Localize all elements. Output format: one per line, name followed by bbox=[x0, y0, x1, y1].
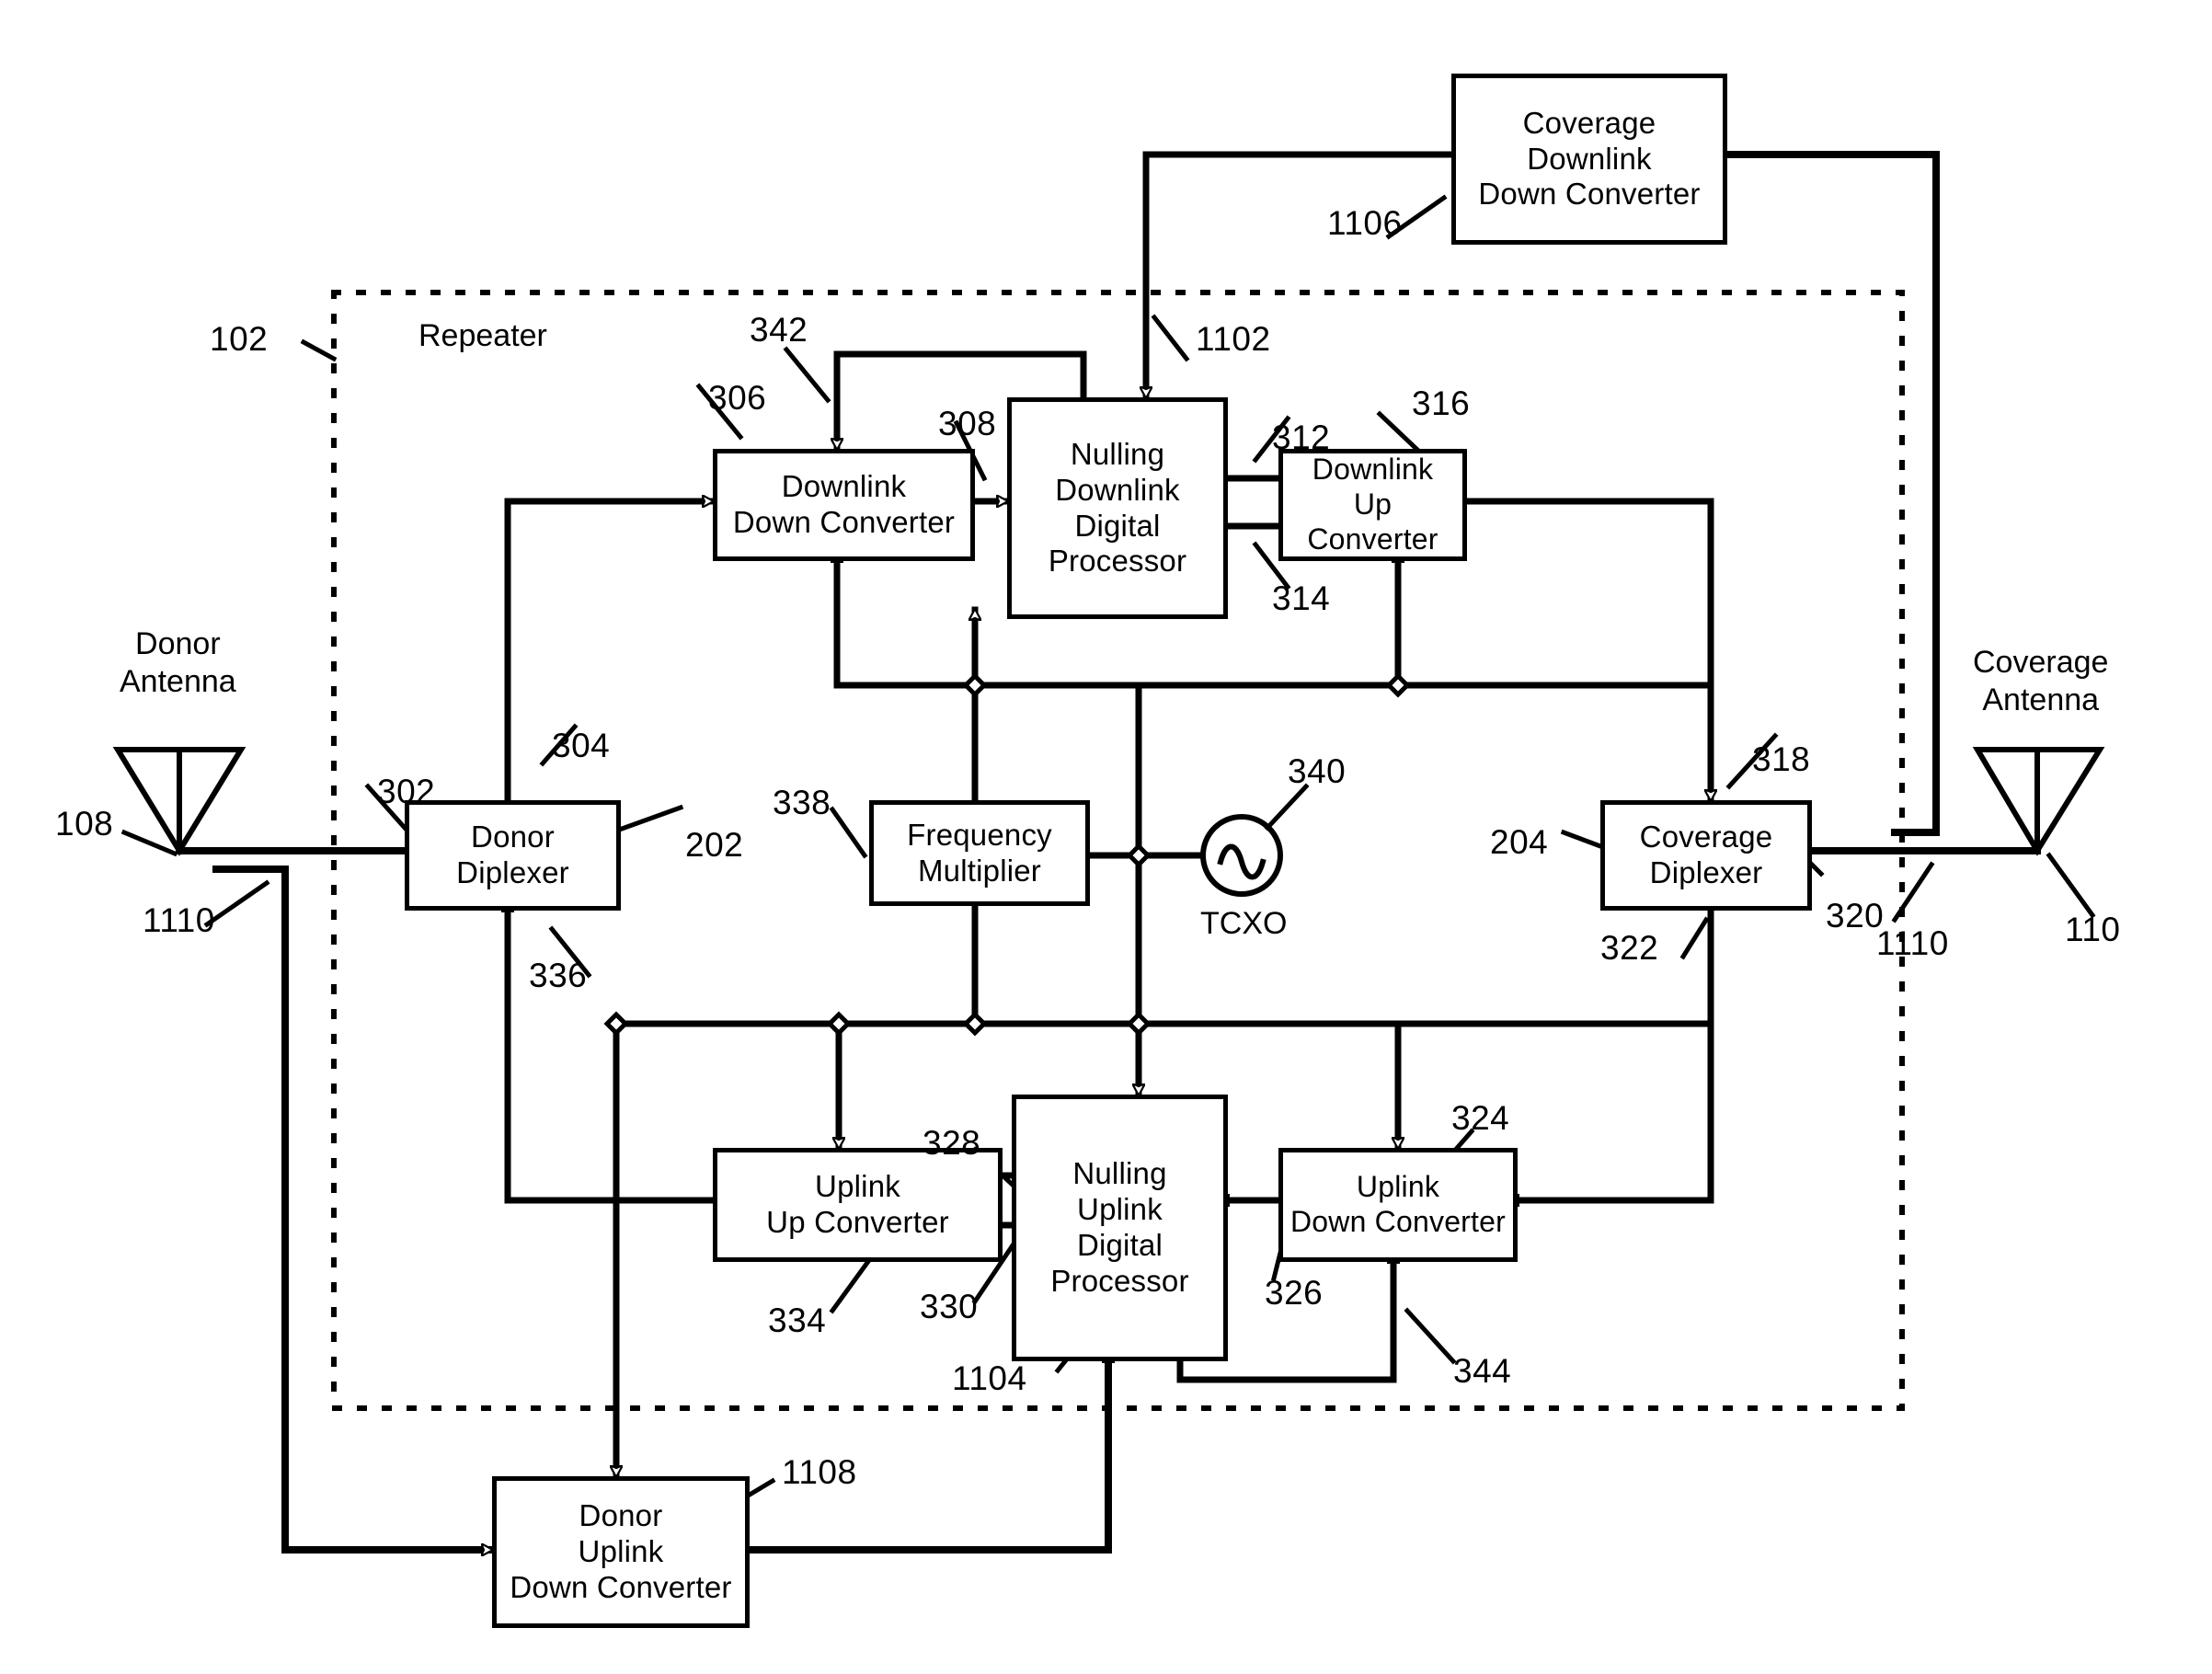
block-coverage-diplexer[interactable]: Coverage Diplexer bbox=[1600, 800, 1812, 911]
leader-204 bbox=[1560, 829, 1604, 850]
block-downlink-up-converter[interactable]: Downlink Up Converter bbox=[1278, 449, 1467, 561]
block-label: Coverage Diplexer bbox=[1639, 820, 1773, 889]
ref-334: 334 bbox=[768, 1301, 827, 1339]
leader-322 bbox=[1679, 916, 1710, 960]
block-donor-uplink-down-converter[interactable]: Donor Uplink Down Converter bbox=[492, 1476, 750, 1628]
ref-326: 326 bbox=[1265, 1274, 1324, 1312]
block-label: Nulling Downlink Digital Processor bbox=[1048, 436, 1187, 579]
leader-342 bbox=[783, 346, 831, 404]
label-repeater: Repeater bbox=[418, 318, 547, 353]
ref-318: 318 bbox=[1752, 740, 1811, 778]
label-donor-antenna: Donor Antenna bbox=[120, 626, 236, 699]
ref-314: 314 bbox=[1272, 579, 1331, 617]
ref-304: 304 bbox=[552, 727, 611, 764]
ref-324: 324 bbox=[1451, 1099, 1510, 1137]
block-label: Nulling Uplink Digital Processor bbox=[1050, 1156, 1189, 1298]
leader-338 bbox=[829, 806, 868, 859]
block-label: Donor Uplink Down Converter bbox=[510, 1498, 732, 1604]
ref-1110-donor: 1110 bbox=[143, 901, 215, 939]
leader-202 bbox=[608, 804, 684, 836]
ref-102: 102 bbox=[210, 320, 269, 358]
block-downlink-down-converter[interactable]: Downlink Down Converter bbox=[713, 449, 975, 561]
leader-334 bbox=[829, 1256, 873, 1314]
leader-102 bbox=[300, 338, 338, 362]
block-coverage-downlink-down-converter[interactable]: Coverage Downlink Down Converter bbox=[1451, 74, 1727, 245]
wire-1102 bbox=[1146, 151, 1455, 401]
ref-320: 320 bbox=[1826, 897, 1885, 934]
block-label: Uplink Down Converter bbox=[1289, 1170, 1506, 1238]
ref-306: 306 bbox=[708, 379, 767, 417]
ref-302: 302 bbox=[377, 773, 436, 810]
block-nulling-downlink-digital-processor[interactable]: Nulling Downlink Digital Processor bbox=[1007, 397, 1228, 619]
ref-1104: 1104 bbox=[952, 1359, 1027, 1397]
ref-204: 204 bbox=[1490, 823, 1549, 861]
ref-312: 312 bbox=[1272, 418, 1331, 456]
ref-342: 342 bbox=[750, 311, 808, 349]
donor-tap-1110 bbox=[212, 866, 496, 1550]
wire-318-dl-uc-to-coverage-diplexer bbox=[1454, 498, 1711, 804]
leader-1102 bbox=[1151, 314, 1190, 362]
block-uplink-down-converter[interactable]: Uplink Down Converter bbox=[1278, 1148, 1518, 1262]
ref-110: 110 bbox=[2065, 911, 2121, 948]
block-uplink-up-converter[interactable]: Uplink Up Converter bbox=[713, 1148, 1003, 1262]
block-label: Downlink Down Converter bbox=[732, 469, 956, 539]
wire-304-donor-to-dl-dc bbox=[504, 501, 716, 804]
label-tcxo: TCXO bbox=[1200, 906, 1288, 941]
block-donor-diplexer[interactable]: Donor Diplexer bbox=[405, 800, 621, 911]
leader-110 bbox=[2046, 852, 2096, 919]
ref-1110-coverage: 1110 bbox=[1876, 924, 1949, 962]
ref-322: 322 bbox=[1600, 929, 1659, 967]
patent-figure-canvas: Coverage Downlink Down Converter Downlin… bbox=[0, 0, 2212, 1674]
ref-328: 328 bbox=[923, 1124, 981, 1162]
block-label: Donor Diplexer bbox=[456, 820, 569, 889]
ref-330: 330 bbox=[920, 1288, 979, 1325]
ref-340: 340 bbox=[1288, 752, 1347, 790]
block-nulling-uplink-digital-processor[interactable]: Nulling Uplink Digital Processor bbox=[1012, 1095, 1228, 1361]
leader-344 bbox=[1404, 1307, 1457, 1365]
ref-1108: 1108 bbox=[782, 1453, 857, 1491]
block-label: Downlink Up Converter bbox=[1307, 453, 1438, 556]
leader-316 bbox=[1376, 410, 1420, 453]
ref-1102: 1102 bbox=[1196, 320, 1271, 358]
ref-316: 316 bbox=[1412, 384, 1471, 422]
leader-340 bbox=[1264, 783, 1310, 831]
ref-336: 336 bbox=[529, 957, 588, 994]
ref-344: 344 bbox=[1453, 1352, 1512, 1390]
ref-108: 108 bbox=[55, 805, 114, 843]
wiring-layer bbox=[112, 151, 2105, 1674]
ref-1106: 1106 bbox=[1327, 204, 1403, 242]
block-label: Uplink Up Converter bbox=[766, 1169, 949, 1239]
ref-308: 308 bbox=[938, 405, 997, 442]
ref-338: 338 bbox=[773, 784, 831, 821]
block-frequency-multiplier[interactable]: Frequency Multiplier bbox=[869, 800, 1090, 906]
ref-202: 202 bbox=[685, 826, 744, 864]
block-label: Frequency Multiplier bbox=[907, 817, 1052, 888]
block-label: Coverage Downlink Down Converter bbox=[1478, 105, 1701, 212]
label-coverage-antenna: Coverage Antenna bbox=[1973, 645, 2109, 717]
leader-1110-donor bbox=[203, 879, 270, 928]
